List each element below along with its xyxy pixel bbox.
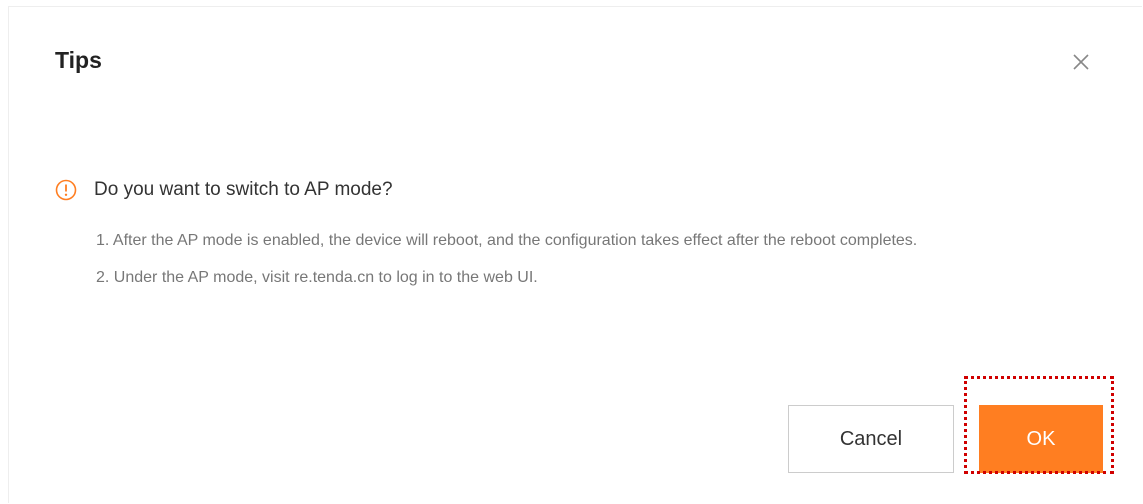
exclamation-circle-icon <box>55 179 77 201</box>
close-button[interactable] <box>1063 44 1099 80</box>
page: Tips Do you want to switch to AP mode? 1… <box>0 0 1143 504</box>
note-2: 2. Under the AP mode, visit re.tenda.cn … <box>96 269 538 286</box>
dialog-title: Tips <box>55 47 102 73</box>
tips-dialog: Tips Do you want to switch to AP mode? 1… <box>8 6 1142 503</box>
message-row: Do you want to switch to AP mode? <box>55 179 393 201</box>
ok-button[interactable]: OK <box>979 405 1103 473</box>
note-1: 1. After the AP mode is enabled, the dev… <box>96 232 918 249</box>
cancel-button[interactable]: Cancel <box>788 405 954 473</box>
close-icon <box>1073 54 1089 70</box>
notes: 1. After the AP mode is enabled, the dev… <box>96 222 1086 296</box>
confirm-question: Do you want to switch to AP mode? <box>94 179 393 200</box>
